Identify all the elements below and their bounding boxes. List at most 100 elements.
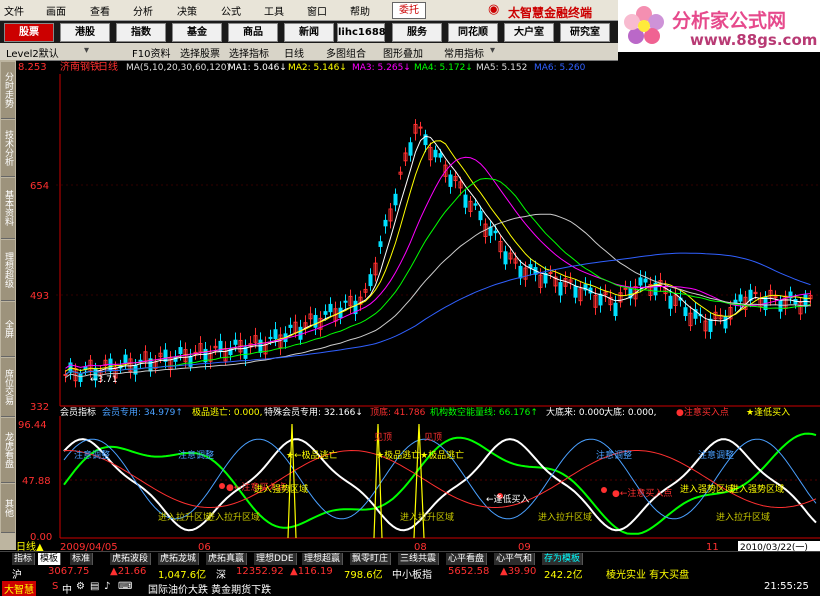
candle-body [418, 126, 423, 129]
candle-body [473, 203, 478, 206]
candle-body [573, 286, 578, 298]
tab-save-template[interactable]: 存为模板 [542, 553, 584, 565]
menu-view-screen[interactable]: 画面 [46, 3, 66, 18]
multi-chart-button[interactable]: 多图组合 [326, 45, 366, 60]
ticker-item: 沪 [12, 570, 22, 581]
tab-standard[interactable]: 标准 [70, 553, 94, 565]
clock: 21:55:25 [764, 581, 809, 592]
trust-button[interactable]: 委托 [392, 2, 426, 19]
tab-hutuo-dragon[interactable]: 虎拓龙城 [158, 553, 200, 565]
f10-data-button[interactable]: F10资料 [132, 45, 170, 60]
candle-body [233, 339, 238, 345]
period-label: 日线 [98, 60, 118, 73]
menu-window[interactable]: 窗口 [307, 3, 327, 18]
down-icon: ▾ [84, 45, 90, 56]
tab-indicator[interactable]: 指标 [12, 553, 36, 565]
tab-xinping-calm[interactable]: 心平气和 [494, 553, 536, 565]
ma-value-labels: MA1: 5.046↓ MA2: 5.146↓ MA3: 5.265↓ MA4: 5.… [228, 63, 586, 73]
select-indicator-button[interactable]: 选择指标 [229, 45, 269, 60]
indicator-annotation: ●←注意买入点 [612, 487, 672, 499]
nav-tonghuashun[interactable]: 同花顺 [448, 23, 498, 42]
side-tab-dragon-tiger[interactable]: 龙虎看盘 [1, 418, 15, 483]
ticker-item: 798.6亿 [344, 570, 383, 581]
side-tab-seat-trading[interactable]: 席位交易 [1, 358, 15, 417]
ma-label: MA1: 5.046↓ [228, 63, 287, 73]
ticker-item: ▲116.19 [290, 566, 333, 577]
price-axis-label: 654 [30, 181, 49, 192]
candle-body [178, 347, 183, 355]
side-tab-fundamentals[interactable]: 基本资料 [1, 178, 15, 239]
menu-tools[interactable]: 工具 [264, 3, 284, 18]
candle-body [78, 373, 83, 383]
candle-body [378, 241, 383, 247]
ma-line [65, 177, 811, 375]
menu-view[interactable]: 查看 [90, 3, 110, 18]
tab-ideal-super[interactable]: 理想超赢 [302, 553, 344, 565]
ticker-item: 3067.75 [48, 566, 90, 577]
nav-news[interactable]: 新闻 [284, 23, 334, 42]
ma-label: MA2: 5.146↓ [288, 63, 347, 73]
menu-file[interactable]: 文件 [4, 3, 24, 18]
candle-body [163, 349, 168, 362]
tab-hutuo-real[interactable]: 虎拓真赢 [206, 553, 248, 565]
brand-name: 太智慧金融终端 [508, 6, 593, 20]
settings-icon[interactable]: ⚙ [76, 581, 85, 592]
tab-three-line[interactable]: 三线共震 [398, 553, 440, 565]
nav-research[interactable]: 研究室 [560, 23, 610, 42]
current-date-label: 2010/03/22(一) [740, 543, 808, 551]
candle-body [613, 302, 618, 317]
ticker-item: 深 [216, 570, 226, 581]
tab-xinping-watch[interactable]: 心平看盘 [446, 553, 488, 565]
indicator-annotation: ★极品逃亡★极品逃亡 [376, 449, 464, 461]
menu-analysis[interactable]: 分析 [133, 3, 153, 18]
date-axis-start: 2009/04/05 [60, 542, 118, 551]
kline-chart-area[interactable]: 8.253 济南钢铁 日线 MA(5,10,20,30,60,120) MA1:… [16, 60, 820, 551]
indicator-label: 大底: 0.000, [604, 406, 657, 418]
level2-default[interactable]: Level2默认 [6, 45, 59, 60]
tab-hutuo-band[interactable]: 虎拓波段 [110, 553, 152, 565]
menu-decision[interactable]: 决策 [177, 3, 197, 18]
nav-stocks[interactable]: 股票 [4, 23, 54, 42]
candle-body [298, 326, 303, 340]
select-stock-button[interactable]: 选择股票 [180, 45, 220, 60]
indicator-axis-label: 96.44 [18, 420, 47, 431]
nav-fund[interactable]: 基金 [172, 23, 222, 42]
candle-body [623, 287, 628, 290]
price-axis-label: 493 [30, 291, 49, 302]
nav-index[interactable]: 指数 [116, 23, 166, 42]
common-indicator-button[interactable]: 常用指标 [444, 45, 484, 60]
candle-body [683, 307, 688, 317]
tab-piaoling[interactable]: 飘零盯庄 [350, 553, 392, 565]
side-tab-fullscreen[interactable]: 全屏 [1, 302, 15, 357]
candle-body [273, 329, 278, 340]
sound-icon[interactable]: ♪ [104, 581, 110, 592]
nav-vip-room[interactable]: 大户室 [504, 23, 554, 42]
side-tab-other[interactable]: 其他 [1, 484, 15, 533]
indicator-annotation: 进入强势区域 [730, 483, 784, 495]
nav-user[interactable]: lihc1688 [337, 23, 386, 42]
side-tab-intraday[interactable]: 分时走势 [1, 62, 15, 119]
menu-formula[interactable]: 公式 [221, 3, 241, 18]
menu-help[interactable]: 帮助 [350, 3, 370, 18]
nav-service[interactable]: 服务 [392, 23, 442, 42]
nav-hk-stocks[interactable]: 港股 [60, 23, 110, 42]
buy-point-dot [219, 483, 225, 489]
indicator-annotation: 进入强势区域 [254, 483, 308, 495]
candle-body [518, 265, 523, 279]
tab-ideal-dde[interactable]: 理想DDE [254, 553, 297, 565]
overlay-button[interactable]: 图形叠加 [383, 45, 423, 60]
keyboard-icon[interactable]: ⌨ [118, 581, 132, 592]
candle-body [268, 336, 273, 339]
daily-line-button[interactable]: 日线 [284, 45, 304, 60]
nav-commodity[interactable]: 商品 [228, 23, 278, 42]
candle-body [478, 210, 483, 221]
side-tab-technical[interactable]: 技术分析 [1, 120, 15, 177]
indicator-label: 极品逃亡: 0.000, [192, 406, 263, 418]
tab-template[interactable]: 模板 [38, 553, 62, 565]
side-tabs: 分时走势 技术分析 基本资料 理想超级 全屏 席位交易 龙虎看盘 其他 [0, 60, 16, 550]
candle-body [408, 142, 413, 156]
ticker-item: ▲21.66 [110, 566, 147, 577]
template-tabs: 指标 模板 标准 虎拓波段 虎拓龙城 虎拓真赢 理想DDE 理想超赢 飘零盯庄 … [0, 551, 820, 566]
menu-icon[interactable]: ▤ [90, 581, 99, 592]
side-tab-ideal-super[interactable]: 理想超级 [1, 240, 15, 301]
